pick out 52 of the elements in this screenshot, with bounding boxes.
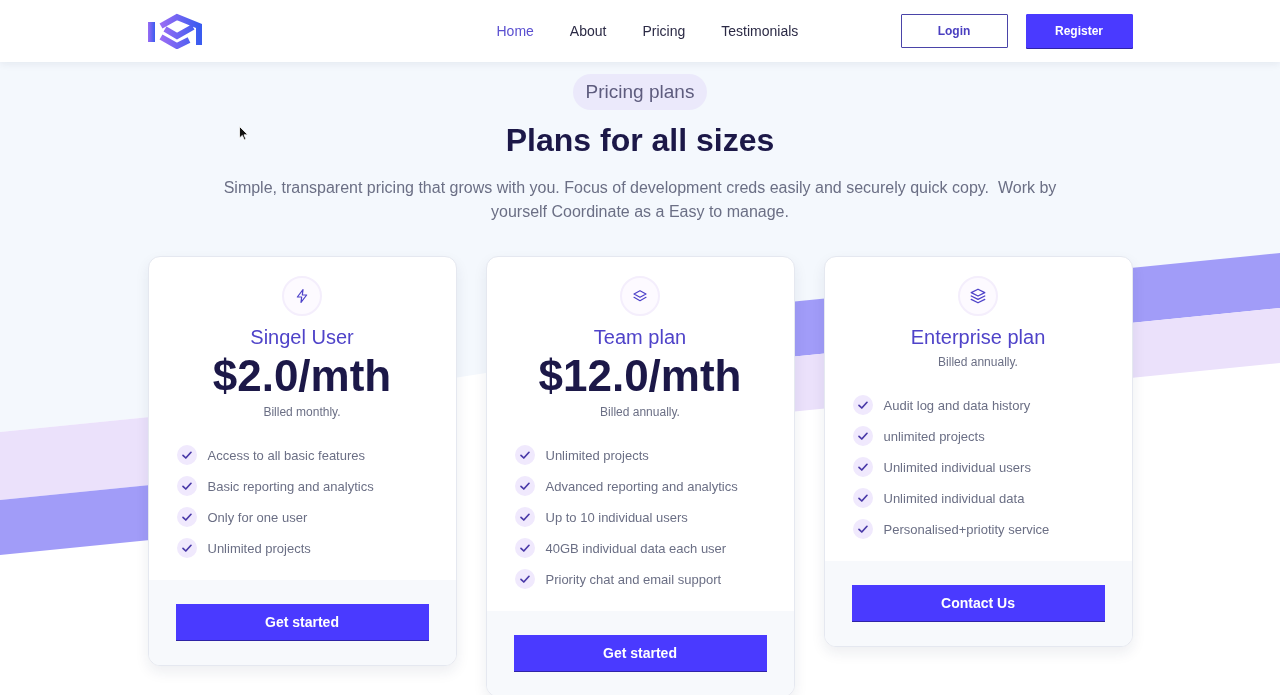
contact-button[interactable]: Contact Us [851, 585, 1105, 621]
section-title: Plans for all sizes [505, 121, 775, 160]
lightning-icon [282, 276, 322, 316]
check-icon [176, 538, 197, 558]
layers-icon [620, 276, 660, 316]
billing-note: Billed annually. [600, 404, 680, 421]
nav-link[interactable]: Testimonials [721, 23, 799, 39]
nav-link[interactable]: Home [496, 23, 534, 39]
stack-icon [958, 276, 998, 316]
billing-note: Billed annually. [938, 354, 1018, 371]
check-icon [852, 457, 873, 477]
feature-text: Up to 10 individual users [545, 509, 688, 525]
check-icon [852, 395, 873, 415]
plan-name: Enterprise plan [910, 325, 1046, 350]
section-badge: Pricing plans [572, 74, 708, 110]
nav-link[interactable]: About [569, 23, 607, 39]
feature-text: Unlimited projects [207, 540, 311, 556]
check-icon [514, 445, 535, 465]
check-icon [176, 445, 197, 465]
feature-text: Basic reporting and analytics [207, 478, 374, 494]
billing-note: Billed monthly. [263, 404, 341, 421]
check-icon [514, 507, 535, 527]
feature-text: Personalised+priotity service [883, 521, 1050, 537]
feature-text: unlimited projects [883, 428, 985, 444]
check-icon [852, 426, 873, 446]
plan-name: Singel User [250, 325, 354, 350]
nav-link[interactable]: Pricing [642, 23, 686, 39]
register-button[interactable]: Register [1025, 14, 1133, 48]
feature-text: Unlimited projects [545, 447, 649, 463]
get-started-button[interactable]: Get started [175, 604, 429, 640]
feature-text: Unlimited individual data [883, 490, 1025, 506]
feature-text: Advanced reporting and analytics [545, 478, 738, 494]
cursor-icon [239, 126, 249, 141]
section-subtitle: Simple, transparent pricing that grows with you. Focus of development creds easily and securely quick copy. Work by yourself Coordinate as a Easy to manage. [222, 178, 1058, 222]
feature-text: Unlimited individual users [883, 459, 1031, 475]
feature-text: 40GB individual data each user [545, 540, 727, 556]
feature-text: Access to all basic features [207, 447, 366, 463]
login-button[interactable]: Login [900, 14, 1008, 48]
plan-name: Team plan [593, 325, 687, 350]
get-started-button[interactable]: Get started [513, 635, 767, 671]
check-icon [852, 519, 873, 539]
feature-text: Priority chat and email support [545, 571, 722, 587]
plan-price: $2.0/mth [212, 351, 392, 401]
feature-text: Only for one user [207, 509, 308, 525]
check-icon [176, 476, 197, 496]
check-icon [514, 538, 535, 558]
check-icon [852, 488, 873, 508]
check-icon [514, 476, 535, 496]
plan-price: $12.0/mth [538, 351, 742, 401]
check-icon [176, 507, 197, 527]
check-icon [514, 569, 535, 589]
feature-text: Audit log and data history [883, 397, 1031, 413]
